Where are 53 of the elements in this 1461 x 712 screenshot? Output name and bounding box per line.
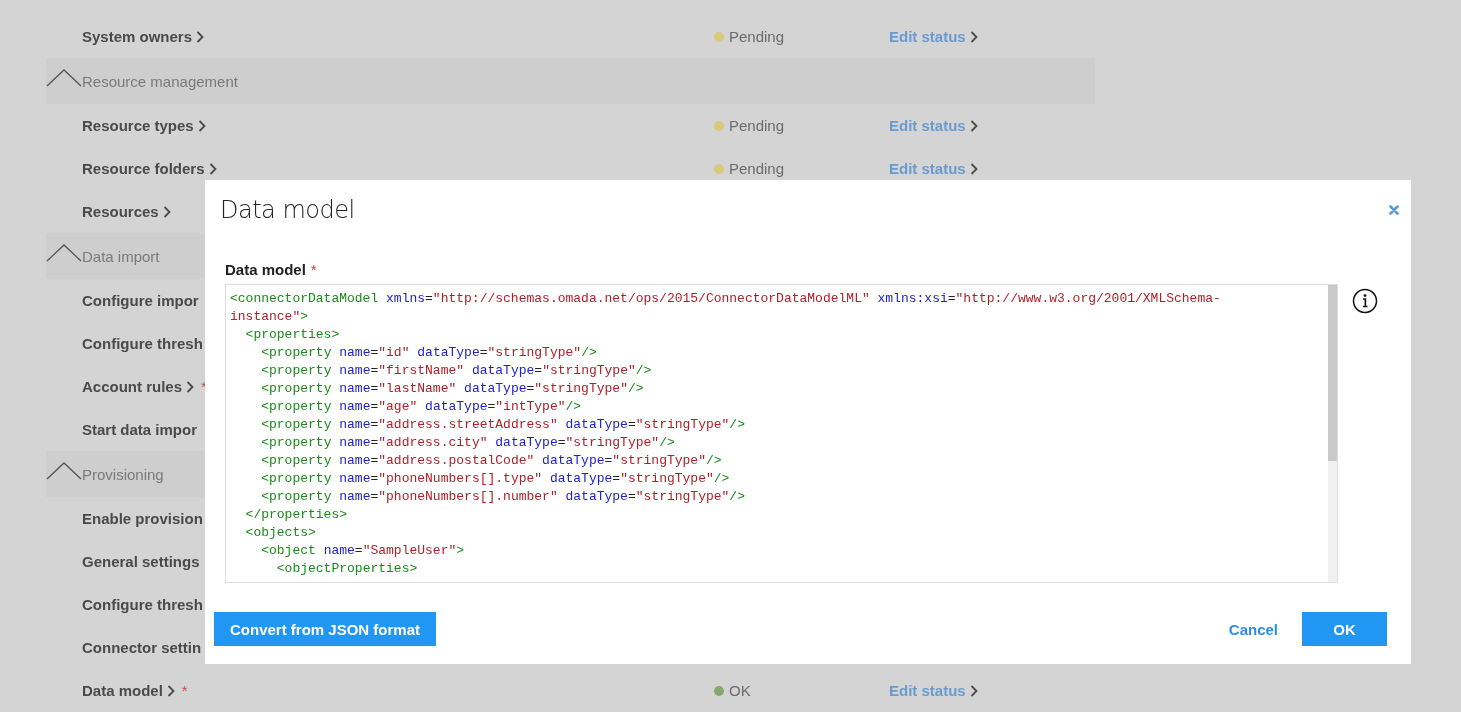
status-text: Pending [729, 28, 785, 45]
status-text: OK [729, 682, 751, 699]
chevron-right-icon [969, 684, 978, 697]
checklist-item-link[interactable]: Resource folders [82, 160, 205, 177]
checklist-item-link[interactable]: Data model [82, 682, 163, 699]
section-title: Data import [82, 247, 160, 265]
code-line: <property name="phoneNumbers[].number" dataType="stringType"/> [260, 488, 746, 506]
code-line: <objects> [244, 524, 317, 542]
required-asterisk: * [181, 682, 188, 699]
info-icon[interactable] [1352, 288, 1378, 314]
checklist-item-link[interactable]: General settings [82, 553, 200, 570]
chevron-up-icon[interactable] [46, 243, 82, 263]
status-text: Pending [729, 117, 785, 134]
checklist-item-link[interactable]: Enable provision [82, 510, 203, 527]
code-editor-field[interactable] [225, 284, 1338, 583]
code-line: <property name="address.city" dataType="stringType"/> [260, 434, 676, 452]
code-line: </properties> [244, 506, 349, 524]
checklist-item-link[interactable]: Resource types [82, 117, 194, 134]
convert-button[interactable]: Convert from JSON format [214, 612, 437, 646]
dialog-title: Data model [220, 196, 355, 224]
checklist-item-link[interactable]: Configure thresh [82, 335, 203, 352]
status-text: Pending [729, 160, 785, 177]
close-icon[interactable] [1389, 205, 1399, 215]
code-line: <property name="phoneNumbers[].type" dataType="stringType"/> [260, 470, 731, 488]
field-label: Data model [225, 260, 306, 278]
checklist-item-link[interactable]: Configure impor [82, 292, 199, 309]
checklist-item-link[interactable]: Account rules [82, 378, 183, 395]
ok-button[interactable]: OK [1302, 612, 1387, 646]
checklist-item-link[interactable]: Configure thresh [82, 596, 203, 613]
section-title: Provisioning [82, 465, 164, 483]
scrollbar[interactable] [1328, 285, 1337, 582]
code-line: <objectProperties> [275, 560, 419, 578]
checklist-item-link[interactable]: Connector settin [82, 639, 202, 656]
chevron-right-icon [969, 30, 978, 43]
code-line: <property name="firstName" dataType="stringType"/> [260, 362, 653, 380]
chevron-right-icon [969, 119, 978, 132]
checklist-item-link[interactable]: Resources [82, 203, 159, 220]
code-line: <property name="age" dataType="intType"/> [260, 398, 583, 416]
code-line: <property name="address.postalCode" dataType="stringType"/> [260, 452, 723, 470]
code-line: <property name="id" dataType="stringType"/> [260, 344, 598, 362]
code-line: <connectorDataModel xmlns="http://schemas.omada.net/ops/2015/ConnectorDataModelML" xmlns:xsi="http://www.w3.org/2001/XMLSchema-instance"> [230, 290, 1222, 326]
section-title: Resource management [82, 72, 238, 90]
code-line: <property name="lastName" dataType="stringType"/> [260, 380, 645, 398]
code-line: <properties> [244, 326, 341, 344]
code-line: <property name="address.streetAddress" dataType="stringType"/> [260, 416, 746, 434]
checklist-item-link[interactable]: System owners [82, 28, 193, 45]
code-line: <object name="SampleUser"> [260, 542, 466, 560]
chevron-up-icon[interactable] [46, 68, 82, 88]
checklist-item-link[interactable]: Start data impor [82, 421, 198, 438]
cancel-button[interactable]: Cancel [1218, 620, 1288, 638]
chevron-right-icon [969, 162, 978, 175]
chevron-up-icon[interactable] [46, 461, 82, 481]
required-asterisk: * [310, 260, 317, 278]
